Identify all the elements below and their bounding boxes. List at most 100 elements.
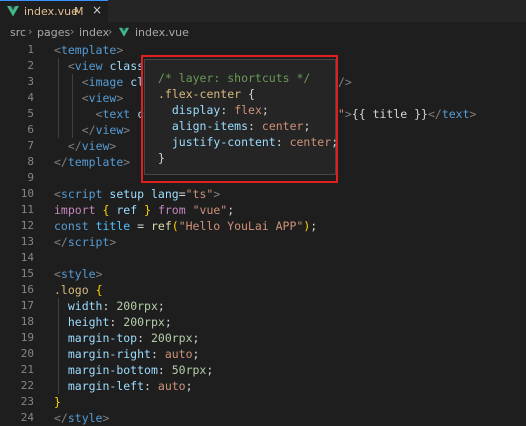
breadcrumb: src › pages › index › index.vue <box>0 22 526 42</box>
code-token: 200rpx <box>150 331 193 345</box>
code-text: margin-bottom: 50rpx; <box>54 362 213 378</box>
code-line[interactable]: 13 </script> <box>0 234 526 250</box>
code-line[interactable]: 18 height: 200rpx; <box>0 314 526 330</box>
chevron-right-icon: › <box>28 25 33 38</box>
code-line[interactable]: 21 margin-bottom: 50rpx; <box>0 362 526 378</box>
line-number: 12 <box>20 219 34 232</box>
code-token: setup <box>109 187 145 201</box>
code-line[interactable]: 16 .logo { <box>0 282 526 298</box>
vue-file-icon <box>118 27 130 37</box>
code-token: 200rpx <box>116 299 158 313</box>
code-text: </view> <box>54 138 117 154</box>
code-token: template <box>60 43 117 57</box>
code-token: > <box>344 107 352 121</box>
code-token: </ <box>54 235 68 249</box>
code-token: const <box>54 219 89 233</box>
code-token: < <box>54 43 61 57</box>
code-token: > <box>109 139 117 153</box>
modified-badge: M <box>74 5 84 18</box>
code-token: height <box>67 315 110 329</box>
code-token: > <box>123 155 131 169</box>
line-number: 19 <box>20 331 34 344</box>
line-number: 5 <box>27 107 34 120</box>
code-line[interactable]: 24 </style> <box>0 410 526 426</box>
code-token: margin-left <box>67 379 145 393</box>
breadcrumb-item-src[interactable]: src <box>10 26 26 39</box>
code-token: script <box>67 235 110 249</box>
code-token: < <box>54 187 61 201</box>
code-token: "vue" <box>192 203 228 217</box>
code-line[interactable]: 12 const title = ref("Hello YouLai APP"); <box>0 218 526 234</box>
code-token: > <box>116 91 124 105</box>
code-line[interactable]: 23} <box>0 394 526 410</box>
code-token: : <box>137 331 151 345</box>
line-number: 14 <box>20 251 34 264</box>
code-token: } <box>54 395 61 409</box>
code-text: } <box>54 394 61 410</box>
code-line[interactable]: 14 <box>0 250 526 266</box>
tab-title: index.vue <box>24 5 78 18</box>
code-text: <view> <box>54 90 124 106</box>
code-token: view <box>81 139 110 153</box>
code-text: margin-right: auto; <box>54 346 200 362</box>
line-number: 9 <box>27 171 34 184</box>
line-number: 20 <box>20 347 34 360</box>
code-token: style <box>60 267 96 281</box>
code-token: text <box>102 107 131 121</box>
line-number: 4 <box>27 91 34 104</box>
code-text: </view> <box>54 122 131 138</box>
code-line[interactable]: 15 <style> <box>0 266 526 282</box>
line-number: 18 <box>20 315 34 328</box>
code-line[interactable]: 22 margin-left: auto; <box>0 378 526 394</box>
code-token: > <box>469 107 477 121</box>
vue-file-icon <box>7 6 19 17</box>
code-token: : <box>144 379 158 393</box>
code-text: import { ref } from "vue"; <box>54 202 234 218</box>
code-token: ; <box>192 331 200 345</box>
code-token: lang <box>150 187 179 201</box>
code-token: ( <box>171 219 179 233</box>
breadcrumb-item-pages[interactable]: pages <box>37 26 70 39</box>
line-number: 3 <box>27 75 34 88</box>
code-token: title <box>95 219 131 233</box>
code-token: </ <box>427 107 442 121</box>
chevron-right-icon: › <box>70 25 75 38</box>
code-token: } <box>144 203 152 217</box>
line-number: 22 <box>20 379 34 392</box>
chevron-right-icon: › <box>108 25 113 38</box>
code-token: < <box>54 267 61 281</box>
editor-tab-bar: index.vue M × <box>0 0 526 22</box>
code-token: "ts" <box>185 187 214 201</box>
code-token: template <box>67 155 124 169</box>
code-line[interactable]: 19 margin-top: 200rpx; <box>0 330 526 346</box>
code-token: </ <box>67 139 82 153</box>
code-token: = <box>130 219 151 233</box>
breadcrumb-item-file[interactable]: index.vue <box>135 26 189 39</box>
code-text: <template> <box>54 42 123 58</box>
code-text: width: 200rpx; <box>54 298 165 314</box>
breadcrumb-item-index[interactable]: index <box>79 26 109 39</box>
code-line[interactable]: 17 width: 200rpx; <box>0 298 526 314</box>
tab-index-vue[interactable]: index.vue M × <box>0 0 108 22</box>
code-line[interactable]: 10 <script setup lang="ts"> <box>0 186 526 202</box>
line-number: 2 <box>27 59 34 72</box>
close-icon[interactable]: × <box>92 3 102 17</box>
code-line[interactable]: 20 margin-right: auto; <box>0 346 526 362</box>
code-token: < <box>81 91 89 105</box>
code-line[interactable]: 11 import { ref } from "vue"; <box>0 202 526 218</box>
code-token: ; <box>192 347 200 361</box>
line-number: 24 <box>20 411 34 424</box>
code-text: const title = ref("Hello YouLai APP"); <box>54 218 317 234</box>
code-text: </style> <box>54 410 109 426</box>
